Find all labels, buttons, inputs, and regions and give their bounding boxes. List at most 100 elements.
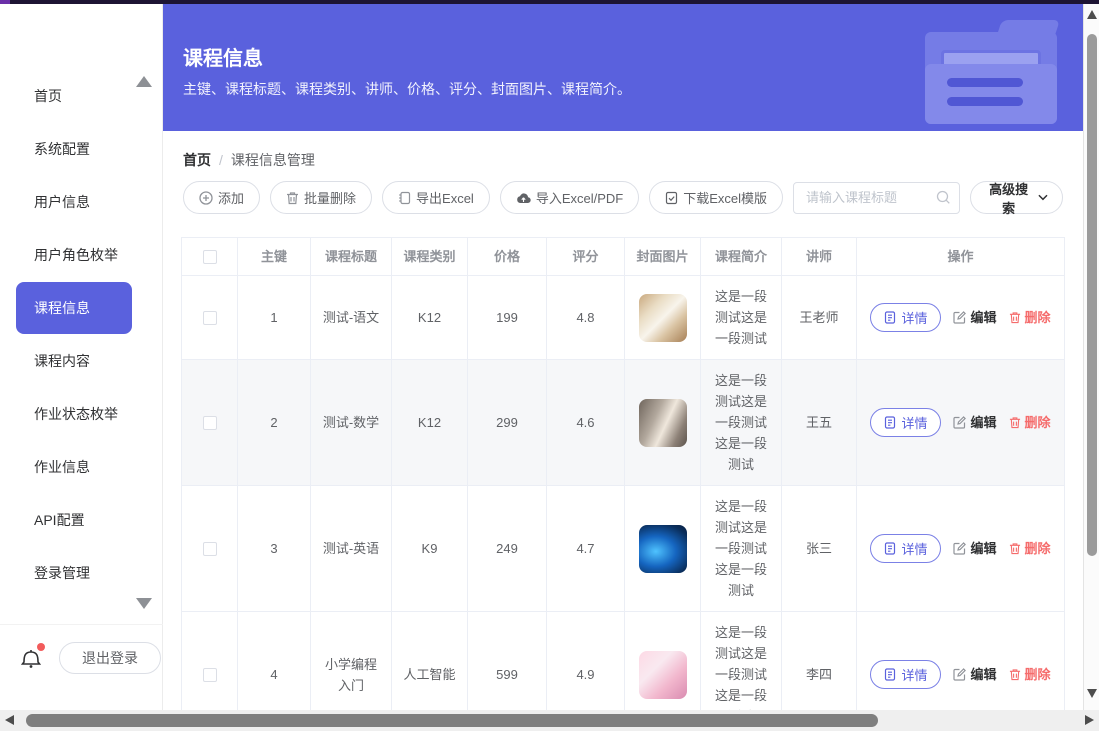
- sidebar-scroll-down-icon[interactable]: [136, 598, 152, 609]
- column-header: 课程简介: [701, 238, 782, 275]
- cell-category: K9: [392, 486, 468, 611]
- logout-button[interactable]: 退出登录: [59, 642, 161, 674]
- sidebar: 首页系统配置用户信息用户角色枚举课程信息课程内容作业状态枚举作业信息API配置登…: [0, 4, 163, 710]
- cell-actions: 详情 编辑 删除: [857, 486, 1064, 611]
- breadcrumb-separator: /: [219, 152, 223, 168]
- edit-pencil-icon: [953, 668, 966, 681]
- page-subtitle: 主键、课程标题、课程类别、讲师、价格、评分、封面图片、课程简介。: [183, 79, 631, 99]
- delete-button[interactable]: 删除: [1009, 664, 1051, 685]
- detail-doc-icon: [884, 416, 896, 429]
- sidebar-item-2[interactable]: 用户信息: [0, 176, 163, 228]
- folder-illustration-icon: [917, 20, 1065, 124]
- cell-title: 测试-英语: [311, 486, 392, 611]
- column-header: 课程类别: [392, 238, 468, 275]
- cell-rating: 4.6: [547, 360, 625, 485]
- sidebar-item-1[interactable]: 系统配置: [0, 123, 163, 175]
- download-template-button[interactable]: 下载Excel模版: [649, 181, 783, 214]
- scroll-down-arrow-icon[interactable]: [1087, 689, 1097, 698]
- sidebar-item-4-active[interactable]: 课程信息: [16, 282, 132, 334]
- edit-button[interactable]: 编辑: [953, 664, 996, 685]
- add-button[interactable]: 添加: [183, 181, 260, 214]
- cell-cover: [625, 360, 701, 485]
- cell-rating: 4.7: [547, 486, 625, 611]
- delete-button[interactable]: 删除: [1009, 412, 1051, 433]
- toolbar: 添加 批量删除 导出Excel 导入Excel/PDF 下载Excel模版 高级…: [183, 181, 1063, 214]
- cell-intro: 这是一段测试这是一段测试这是一段测试: [701, 486, 782, 611]
- select-all-checkbox[interactable]: [203, 250, 217, 264]
- column-header: 封面图片: [625, 238, 701, 275]
- trash-icon: [1009, 542, 1021, 555]
- delete-button[interactable]: 删除: [1009, 307, 1051, 328]
- cell-intro: 这是一段测试这是一段测试: [701, 276, 782, 359]
- row-checkbox[interactable]: [203, 311, 217, 325]
- column-header: 讲师: [782, 238, 857, 275]
- course-cover-image: [639, 399, 687, 447]
- sidebar-item-7[interactable]: 作业信息: [0, 441, 163, 493]
- cell-actions: 详情 编辑 删除: [857, 276, 1064, 359]
- vertical-scroll-thumb[interactable]: [1087, 34, 1097, 556]
- course-cover-image: [639, 651, 687, 699]
- detail-button[interactable]: 详情: [870, 408, 941, 437]
- import-excel-button[interactable]: 导入Excel/PDF: [500, 181, 639, 214]
- edit-pencil-icon: [953, 311, 966, 324]
- plus-circle-icon: [199, 191, 213, 205]
- edit-button[interactable]: 编辑: [953, 307, 996, 328]
- cell-cover: [625, 486, 701, 611]
- edit-button[interactable]: 编辑: [953, 538, 996, 559]
- sidebar-item-5[interactable]: 课程内容: [0, 335, 163, 387]
- delete-button[interactable]: 删除: [1009, 538, 1051, 559]
- breadcrumb-home[interactable]: 首页: [183, 150, 211, 170]
- export-excel-button[interactable]: 导出Excel: [382, 181, 490, 214]
- course-cover-image: [639, 525, 687, 573]
- export-doc-icon: [398, 191, 411, 205]
- horizontal-scrollbar: [0, 710, 1099, 731]
- notification-dot: [37, 643, 45, 651]
- header-checkbox-cell: [182, 238, 238, 275]
- edit-button[interactable]: 编辑: [953, 412, 996, 433]
- cell-id: 1: [238, 276, 311, 359]
- cell-category: K12: [392, 276, 468, 359]
- cell-id: 3: [238, 486, 311, 611]
- search-input[interactable]: [793, 182, 960, 214]
- sidebar-item-9[interactable]: 登录管理: [0, 547, 163, 599]
- cloud-upload-icon: [516, 192, 531, 204]
- row-checkbox[interactable]: [203, 668, 217, 682]
- cell-teacher: 王五: [782, 360, 857, 485]
- cell-id: 2: [238, 360, 311, 485]
- scroll-left-arrow-icon[interactable]: [5, 715, 14, 725]
- cell-teacher: 王老师: [782, 276, 857, 359]
- advanced-search-button[interactable]: 高级搜索: [970, 181, 1063, 214]
- cell-price: 249: [468, 486, 547, 611]
- detail-button[interactable]: 详情: [870, 660, 941, 689]
- sidebar-menu: 首页系统配置用户信息用户角色枚举课程信息课程内容作业状态枚举作业信息API配置登…: [0, 70, 163, 600]
- table-row: 2 测试-数学 K12 299 4.6 这是一段测试这是一段测试这是一段测试 王…: [182, 360, 1064, 486]
- search-icon: [936, 190, 951, 205]
- page-title: 课程信息: [183, 42, 263, 71]
- detail-doc-icon: [884, 542, 896, 555]
- horizontal-scroll-thumb[interactable]: [26, 714, 878, 727]
- detail-button[interactable]: 详情: [870, 303, 941, 332]
- row-checkbox[interactable]: [203, 416, 217, 430]
- cell-title: 测试-语文: [311, 276, 392, 359]
- column-header: 价格: [468, 238, 547, 275]
- detail-button[interactable]: 详情: [870, 534, 941, 563]
- scroll-up-arrow-icon[interactable]: [1087, 10, 1097, 19]
- sidebar-item-8[interactable]: API配置: [0, 494, 163, 546]
- sidebar-item-3[interactable]: 用户角色枚举: [0, 229, 163, 281]
- cell-intro: 这是一段测试这是一段测试这是一段测试: [701, 360, 782, 485]
- notification-bell-icon[interactable]: [20, 646, 42, 670]
- cell-actions: 详情 编辑 删除: [857, 360, 1064, 485]
- table-row: 3 测试-英语 K9 249 4.7 这是一段测试这是一段测试这是一段测试 张三…: [182, 486, 1064, 612]
- scroll-right-arrow-icon[interactable]: [1085, 715, 1094, 725]
- breadcrumb-current: 课程信息管理: [231, 150, 315, 170]
- cell-title: 测试-数学: [311, 360, 392, 485]
- vertical-scrollbar: [1083, 4, 1099, 710]
- cell-cover: [625, 276, 701, 359]
- chevron-down-icon: [1038, 194, 1048, 201]
- batch-delete-button[interactable]: 批量删除: [270, 181, 372, 214]
- row-checkbox[interactable]: [203, 542, 217, 556]
- sidebar-item-0[interactable]: 首页: [0, 70, 163, 122]
- detail-doc-icon: [884, 311, 896, 324]
- sidebar-item-6[interactable]: 作业状态枚举: [0, 388, 163, 440]
- trash-icon: [1009, 668, 1021, 681]
